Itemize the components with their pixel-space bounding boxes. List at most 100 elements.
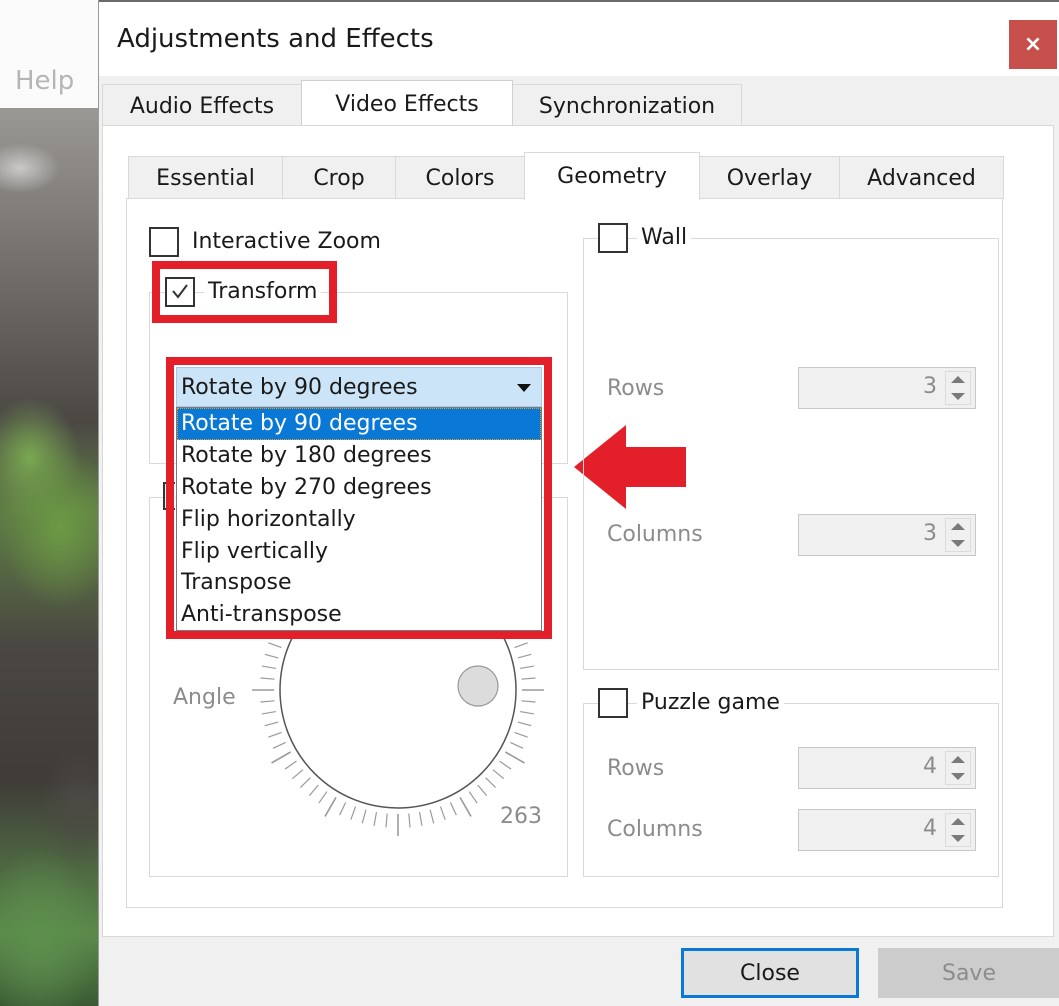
dial-tick: [517, 653, 532, 659]
dial-tick: [261, 710, 276, 715]
background-menubar: Help: [0, 0, 100, 108]
subtab-overlay[interactable]: Overlay: [699, 156, 840, 199]
transform-label: Transform: [204, 279, 322, 304]
title-bar: Adjustments and Effects ×: [99, 2, 1059, 76]
spin-up-icon[interactable]: [951, 756, 965, 763]
angle-label: Angle: [173, 685, 236, 710]
tab-video-effects[interactable]: Video Effects: [301, 80, 513, 128]
dial-tick: [485, 777, 497, 789]
transform-checkbox[interactable]: [165, 277, 195, 307]
wall-rows-spinbox[interactable]: 3: [798, 367, 976, 409]
spin-value: 4: [923, 754, 937, 779]
spin-up-icon[interactable]: [951, 523, 965, 530]
subtab-crop[interactable]: Crop: [282, 156, 396, 199]
spin-value: 3: [923, 521, 937, 546]
dial-tick: [477, 784, 488, 797]
spin-up-icon[interactable]: [951, 818, 965, 825]
wall-checkbox[interactable]: [598, 223, 628, 253]
puzzle-rows-label: Rows: [607, 756, 665, 781]
spin-down-icon[interactable]: [951, 393, 965, 400]
dial-tick: [499, 760, 512, 770]
tab-label: Video Effects: [335, 92, 479, 117]
puzzle-label: Puzzle game: [637, 690, 784, 715]
main-tabs: Audio Effects Synchronization Video Effe…: [99, 76, 1059, 128]
spin-buttons: [945, 751, 971, 785]
dial-tick: [284, 760, 297, 770]
puzzle-columns-label: Columns: [607, 817, 703, 842]
close-icon: ×: [1023, 32, 1043, 57]
background-video-frame: [0, 108, 100, 1006]
dial-tick: [439, 806, 446, 820]
subtab-label: Essential: [156, 165, 255, 191]
dial-tick: [514, 731, 528, 738]
dialog-title: Adjustments and Effects: [117, 24, 434, 54]
dial-tick: [268, 642, 282, 649]
dial-tick: [361, 809, 367, 824]
puzzle-rows-spinbox[interactable]: 4: [798, 747, 976, 789]
subtab-label: Advanced: [867, 165, 976, 191]
interactive-zoom-checkbox[interactable]: [149, 227, 179, 257]
tab-audio-effects[interactable]: Audio Effects: [102, 84, 302, 127]
puzzle-columns-spinbox[interactable]: 4: [798, 809, 976, 851]
subtab-essential[interactable]: Essential: [128, 156, 283, 199]
angle-value: 263: [500, 804, 542, 829]
subtab-colors[interactable]: Colors: [395, 156, 525, 199]
dial-tick: [385, 813, 388, 828]
menu-item-help[interactable]: Help: [15, 66, 74, 96]
subtab-label: Crop: [313, 165, 365, 191]
dial-tick: [339, 802, 347, 816]
subtab-label: Overlay: [726, 165, 813, 191]
dial-tick: [418, 812, 423, 827]
dial-tick: [429, 809, 435, 824]
spin-up-icon[interactable]: [951, 376, 965, 383]
close-button[interactable]: Close: [681, 948, 859, 998]
dial-tick: [520, 710, 535, 715]
spin-value: 3: [923, 374, 937, 399]
dial-tick: [264, 721, 279, 727]
dial-tick: [318, 791, 328, 804]
dial-tick: [514, 642, 528, 649]
spin-buttons: [945, 518, 971, 552]
dial-tick: [459, 796, 472, 817]
spin-buttons: [945, 371, 971, 405]
subtab-label: Colors: [425, 165, 495, 191]
dial-tick: [504, 751, 525, 764]
dial-tick: [350, 806, 357, 820]
background-player: Help: [0, 0, 100, 1006]
subtab-label: Geometry: [557, 164, 667, 189]
tab-label: Audio Effects: [129, 93, 275, 119]
tab-synchronization[interactable]: Synchronization: [512, 84, 742, 127]
spin-down-icon[interactable]: [951, 835, 965, 842]
dial-tick: [264, 653, 279, 659]
dial-tick: [517, 721, 532, 727]
dial-tick: [373, 812, 378, 827]
wall-columns-spinbox[interactable]: 3: [798, 514, 976, 556]
subtab-advanced[interactable]: Advanced: [839, 156, 1004, 199]
tab-label: Synchronization: [538, 93, 716, 119]
dial-tick: [261, 665, 276, 670]
checkmark-icon: [172, 284, 188, 299]
dial-tick: [521, 700, 536, 703]
dial-tick: [260, 700, 275, 703]
dial-knob[interactable]: [457, 665, 499, 707]
dial-tick: [268, 731, 282, 738]
wall-rows-label: Rows: [607, 376, 665, 401]
subtab-geometry[interactable]: Geometry: [524, 152, 700, 200]
dial-tick: [271, 751, 292, 764]
dial-tick: [408, 813, 411, 828]
dial-tick: [324, 796, 337, 817]
dial-tick: [521, 677, 536, 680]
save-button[interactable]: Save: [878, 948, 1059, 998]
spin-down-icon[interactable]: [951, 540, 965, 547]
puzzle-checkbox[interactable]: [598, 688, 628, 718]
dial-tick: [299, 777, 311, 789]
close-window-button[interactable]: ×: [1009, 20, 1057, 69]
dial-tick: [449, 802, 457, 816]
dial-tick: [272, 741, 286, 749]
wall-columns-label: Columns: [607, 522, 703, 547]
interactive-zoom-label: Interactive Zoom: [188, 229, 385, 254]
dial-tick: [520, 665, 535, 670]
spin-down-icon[interactable]: [951, 773, 965, 780]
dial-tick: [260, 677, 275, 680]
wall-label: Wall: [637, 225, 692, 250]
